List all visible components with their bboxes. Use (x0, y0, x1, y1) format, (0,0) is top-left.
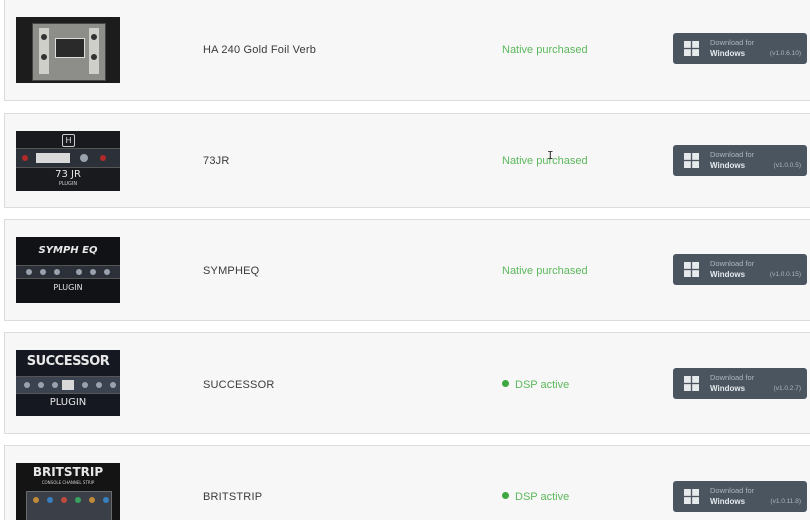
thumbnail-title: 73 JR (55, 169, 81, 180)
product-name: HA 240 Gold Foil Verb (203, 44, 317, 56)
product-row: SUCCESSOR PLUGIN SUCCESSOR DSP active Do… (4, 332, 810, 434)
windows-icon (684, 489, 699, 504)
download-os: Windows (710, 161, 746, 170)
status-label: DSP active (502, 491, 569, 503)
status-label: DSP active (502, 379, 569, 391)
windows-icon (684, 41, 699, 56)
product-thumbnail: BRITSTRIP CONSOLE CHANNEL STRIP (16, 463, 120, 520)
download-windows-button[interactable]: Download for Windows (v1.0.0.15) (673, 254, 807, 285)
status-text: DSP active (515, 379, 570, 391)
product-name: BRITSTRIP (203, 491, 263, 503)
compressor-rack-icon (16, 376, 120, 394)
download-label: Download for (710, 38, 755, 47)
status-label: Native purchased (502, 155, 588, 167)
eq-rack-icon (16, 265, 120, 279)
product-list: HA 240 Gold Foil Verb Native purchased D… (0, 0, 810, 520)
download-version: (v1.0.2.7) (773, 385, 801, 392)
download-os: Windows (710, 270, 746, 279)
windows-icon (684, 376, 699, 391)
product-row: SYMPH EQ PLUGIN SYMPHEQ Native purchased (4, 219, 810, 321)
reverb-unit-icon (32, 23, 106, 81)
download-os: Windows (710, 384, 746, 393)
product-thumbnail: H 73 JR PLUGIN (16, 131, 120, 191)
download-version: (v1.0.0.15) (769, 271, 801, 278)
download-os: Windows (710, 497, 746, 506)
product-thumbnail (16, 17, 120, 83)
thumbnail-subtitle: PLUGIN (49, 397, 87, 408)
thumbnail-title: SUCCESSOR (26, 354, 110, 369)
product-row: H 73 JR PLUGIN 73JR Native purchased Dow… (4, 113, 810, 208)
thumbnail-subtitle: CONSOLE CHANNEL STRIP (41, 480, 95, 485)
product-thumbnail: SYMPH EQ PLUGIN (16, 237, 120, 303)
thumbnail-subtitle: PLUGIN (53, 283, 83, 292)
status-text: Native purchased (502, 44, 588, 56)
thumbnail-title: SYMPH EQ (38, 245, 98, 256)
product-name: SUCCESSOR (203, 379, 275, 391)
thumbnail-subtitle: PLUGIN (58, 181, 78, 187)
product-thumbnail: SUCCESSOR PLUGIN (16, 350, 120, 416)
windows-icon (684, 153, 699, 168)
download-version: (v1.0.11.8) (770, 498, 801, 505)
thumbnail-title: BRITSTRIP (32, 465, 104, 479)
product-row: BRITSTRIP CONSOLE CHANNEL STRIP BRITSTRI… (4, 445, 810, 520)
h-logo-icon: H (62, 134, 75, 147)
download-version: (v1.0.0.5) (773, 162, 801, 169)
download-windows-button[interactable]: Download for Windows (v1.0.0.5) (673, 145, 807, 176)
download-label: Download for (710, 150, 755, 159)
product-name: SYMPHEQ (203, 265, 260, 277)
download-os: Windows (710, 49, 746, 58)
download-windows-button[interactable]: Download for Windows (v1.0.2.7) (673, 368, 807, 399)
product-name: 73JR (203, 155, 230, 167)
download-label: Download for (710, 373, 755, 382)
download-version: (v1.0.6.10) (769, 50, 801, 57)
product-row: HA 240 Gold Foil Verb Native purchased D… (4, 0, 810, 101)
download-windows-button[interactable]: Download for Windows (v1.0.6.10) (673, 33, 807, 64)
active-dot-icon (502, 492, 509, 499)
status-label: Native purchased (502, 265, 588, 277)
status-text: DSP active (515, 491, 570, 503)
download-label: Download for (710, 486, 755, 495)
windows-icon (684, 262, 699, 277)
active-dot-icon (502, 380, 509, 387)
download-label: Download for (710, 259, 755, 268)
channel-strip-icon (26, 491, 112, 520)
status-label: Native purchased (502, 44, 588, 56)
download-windows-button[interactable]: Download for Windows (v1.0.11.8) (673, 481, 807, 512)
status-text: Native purchased (502, 155, 588, 167)
status-text: Native purchased (502, 265, 588, 277)
rack-panel-icon (16, 148, 120, 168)
